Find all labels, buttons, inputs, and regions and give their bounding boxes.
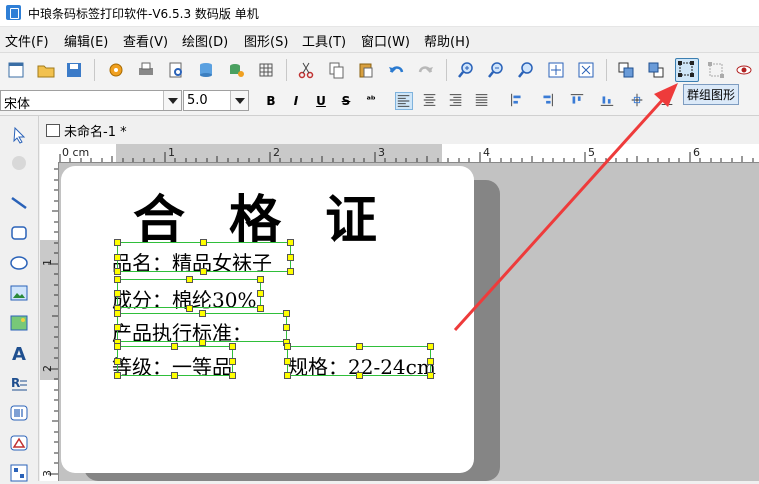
paste-icon[interactable]: [356, 60, 376, 80]
menu-view[interactable]: 查看(V): [123, 31, 168, 50]
database-settings-icon[interactable]: [226, 60, 246, 80]
save-icon[interactable]: [64, 60, 84, 80]
preview-eye-icon[interactable]: [734, 60, 754, 80]
pan-tool-icon[interactable]: [8, 152, 30, 174]
pointer-tool-icon[interactable]: [8, 124, 30, 146]
menu-shape[interactable]: 图形(S): [244, 31, 288, 50]
ruler-mark: 1: [41, 259, 54, 266]
title-bar: 中琅条码标签打印软件-V6.5.3 数码版 单机: [0, 0, 759, 27]
open-folder-icon[interactable]: [36, 60, 56, 80]
send-back-icon[interactable]: [646, 60, 666, 80]
document-tab[interactable]: 未命名-1 *: [64, 121, 127, 140]
barcode-tool-icon[interactable]: [8, 402, 30, 424]
align-objects-bottom-icon[interactable]: [598, 92, 616, 110]
strikethrough-icon[interactable]: S: [337, 92, 355, 110]
line-tool-icon[interactable]: [8, 192, 30, 214]
fit-width-icon[interactable]: [576, 60, 596, 80]
font-name-select[interactable]: 宋体: [0, 90, 182, 112]
toolbar-separator: [606, 59, 607, 81]
ruler-mark: 3: [41, 470, 54, 477]
rich-text-tool-icon[interactable]: R: [8, 372, 30, 394]
ruler-mark: 6: [693, 146, 700, 159]
app-logo-icon: [6, 5, 21, 20]
text-tool-icon[interactable]: A: [8, 342, 30, 364]
zoom-out-icon[interactable]: [486, 60, 506, 80]
shape-tool-icon[interactable]: [8, 432, 30, 454]
align-objects-left-icon[interactable]: [508, 92, 526, 110]
redo-icon[interactable]: [416, 60, 436, 80]
svg-text:R: R: [11, 376, 20, 390]
menu-tools[interactable]: 工具(T): [302, 31, 346, 50]
ruler-mark: 1: [168, 146, 175, 159]
menu-file[interactable]: 文件(F): [5, 31, 49, 50]
align-justify-icon[interactable]: [473, 92, 491, 110]
settings-gear-icon[interactable]: [106, 60, 126, 80]
cut-icon[interactable]: [296, 60, 316, 80]
align-objects-right-icon[interactable]: [538, 92, 556, 110]
menu-edit[interactable]: 编辑(E): [64, 31, 108, 50]
menu-window[interactable]: 窗口(W): [361, 31, 410, 50]
toolbar-separator: [446, 59, 447, 81]
format-toolbar: 宋体 5.0 B I U S ᵃᵇ: [0, 87, 759, 116]
toolbar-separator: [94, 59, 95, 81]
window-title: 中琅条码标签打印软件-V6.5.3 数码版 单机: [28, 7, 259, 21]
ruler-mark: 5: [588, 146, 595, 159]
copy-icon[interactable]: [326, 60, 346, 80]
print-icon[interactable]: [136, 60, 156, 80]
fit-page-icon[interactable]: [546, 60, 566, 80]
svg-text:A: A: [12, 344, 26, 364]
undo-icon[interactable]: [386, 60, 406, 80]
font-name-value: 宋体: [4, 97, 31, 112]
ruler-mark: 2: [273, 146, 280, 159]
bold-icon[interactable]: B: [262, 92, 280, 110]
ungroup-shapes-icon[interactable]: [706, 60, 726, 80]
superscript-icon[interactable]: ᵃᵇ: [362, 92, 380, 110]
selection-box: [117, 313, 287, 342]
font-size-value: 5.0: [187, 93, 208, 108]
horizontal-ruler-ticks: [59, 152, 754, 162]
align-center-icon[interactable]: [421, 92, 439, 110]
ruler-unit-label: 0 cm: [62, 146, 90, 159]
chevron-down-icon[interactable]: [230, 91, 248, 110]
grid-icon[interactable]: [256, 60, 276, 80]
menu-help[interactable]: 帮助(H): [424, 31, 470, 50]
zoom-actual-icon[interactable]: [516, 60, 536, 80]
chevron-down-icon[interactable]: [163, 91, 181, 110]
rectangle-tool-icon[interactable]: [8, 222, 30, 244]
vertical-ruler-ticks: [48, 168, 58, 475]
bring-front-icon[interactable]: [616, 60, 636, 80]
font-size-select[interactable]: 5.0: [183, 90, 249, 111]
align-left-icon[interactable]: [395, 92, 413, 110]
print-preview-icon[interactable]: [166, 60, 186, 80]
distribute-horizontal-icon[interactable]: [628, 92, 646, 110]
drawing-tools-panel: A R: [0, 116, 39, 482]
ruler-mark: 2: [41, 365, 54, 372]
distribute-vertical-icon[interactable]: [658, 92, 676, 110]
align-objects-top-icon[interactable]: [568, 92, 586, 110]
image-tool-icon[interactable]: [8, 282, 30, 304]
ruler-mark: 4: [483, 146, 490, 159]
picture-tool-icon[interactable]: [8, 312, 30, 334]
align-right-icon[interactable]: [447, 92, 465, 110]
italic-icon[interactable]: I: [287, 92, 305, 110]
document-icon: [46, 124, 60, 137]
new-document-icon[interactable]: [6, 60, 26, 80]
ruler-mark: 3: [378, 146, 385, 159]
selection-box: [117, 279, 261, 308]
toolbar-separator: [286, 59, 287, 81]
menu-bar: 文件(F) 编辑(E) 查看(V) 绘图(D) 图形(S) 工具(T) 窗口(W…: [0, 27, 759, 51]
tooltip-group-shapes: 群组图形: [683, 84, 740, 105]
group-shapes-icon[interactable]: [675, 58, 699, 82]
ellipse-tool-icon[interactable]: [8, 252, 30, 274]
menu-draw[interactable]: 绘图(D): [182, 31, 228, 50]
database-icon[interactable]: [196, 60, 216, 80]
underline-icon[interactable]: U: [312, 92, 330, 110]
zoom-in-icon[interactable]: [456, 60, 476, 80]
main-toolbar: [0, 52, 759, 88]
